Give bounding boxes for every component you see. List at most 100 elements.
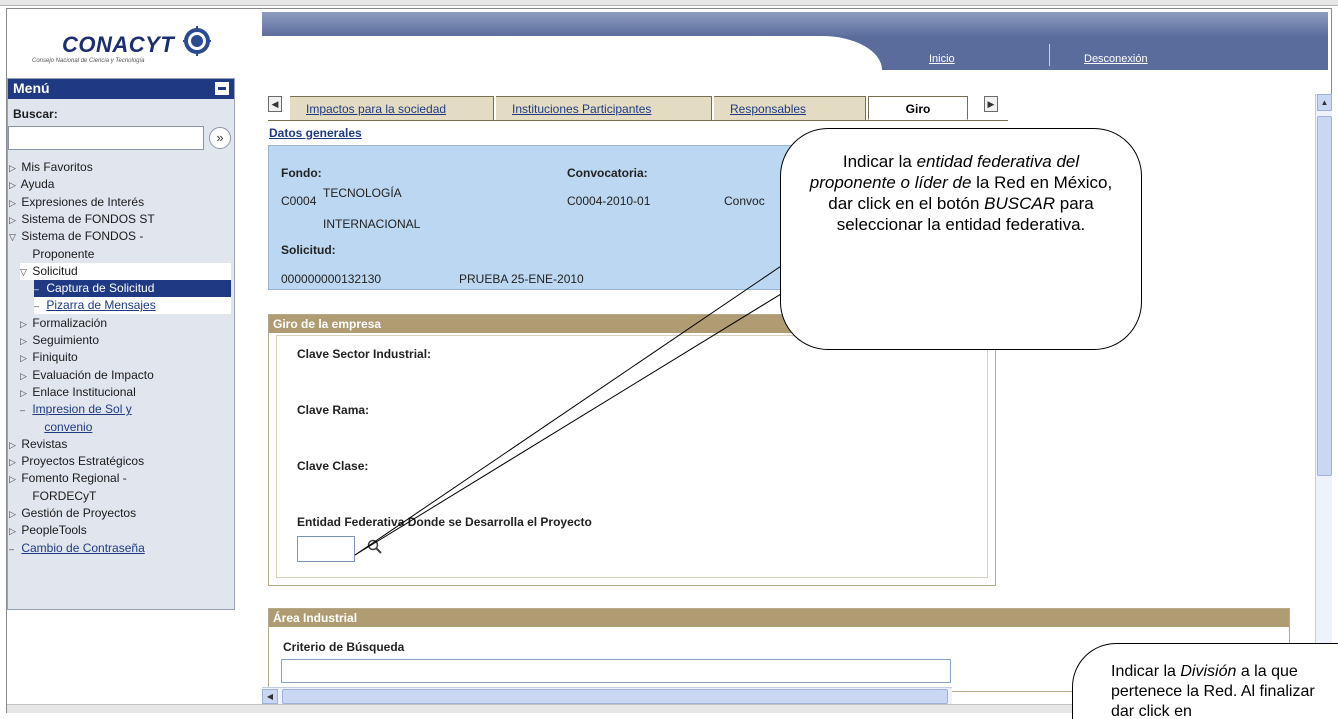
menu-item-marker: ▷: [9, 457, 16, 468]
tab-impactos[interactable]: Impactos para la sociedad: [290, 96, 494, 120]
menu-title: Menú: [13, 80, 50, 96]
menu-item[interactable]: – Pizarra de Mensajes: [34, 297, 231, 315]
header-curve: [262, 36, 882, 70]
menu-item[interactable]: ▷ Seguimiento: [20, 332, 231, 349]
callout2-text-b: División: [1180, 663, 1237, 680]
menu-item[interactable]: ▷ Expresiones de Interés: [9, 194, 231, 211]
menu-item-marker: –: [9, 543, 15, 554]
callout1-text-d: BUSCAR: [984, 194, 1056, 213]
vertical-scroll-thumb[interactable]: [1317, 116, 1332, 476]
convocatoria-label: Convocatoria:: [567, 166, 648, 180]
menu-item-marker: –: [20, 405, 26, 416]
menu-item[interactable]: ▷ Revistas: [9, 436, 231, 453]
menu-item[interactable]: ▷ Ayuda: [9, 176, 231, 193]
menu-item-label: Finiquito: [32, 350, 78, 365]
menu-item[interactable]: ▽ Sistema de FONDOS -: [9, 228, 231, 245]
callout2-text-a: Indicar la: [1111, 663, 1181, 680]
convocatoria-name: Convoc: [724, 194, 765, 208]
menu-item-label: Proyectos Estratégicos: [21, 454, 145, 469]
callout-entidad-federativa: Indicar la entidad federativa del propon…: [780, 128, 1142, 350]
menu-item-marker: ▷: [20, 318, 27, 329]
vertical-scrollbar[interactable]: ▲: [1315, 94, 1332, 712]
menu-item[interactable]: convenio: [32, 419, 231, 435]
menu-item[interactable]: ▷ Gestión de Proyectos: [9, 505, 231, 522]
minimize-menu-icon[interactable]: [215, 82, 229, 95]
fondo-name-line2: INTERNACIONAL: [323, 217, 421, 231]
fondo-code: C0004: [281, 194, 317, 208]
menu-item-label: Mis Favoritos: [21, 160, 93, 174]
inicio-link[interactable]: Inicio: [929, 53, 955, 65]
convocatoria-code: C0004-2010-01: [567, 194, 651, 208]
menu-item-marker: ▷: [20, 387, 27, 398]
menu-item-marker: ▷: [9, 197, 16, 208]
menu-item-label: Gestión de Proyectos: [21, 506, 137, 520]
criterio-busqueda-label: Criterio de Búsqueda: [283, 640, 405, 654]
menu-item-marker: ▽: [20, 266, 27, 277]
menu-item-label: Sistema de FONDOS -: [21, 229, 144, 244]
criterio-busqueda-input[interactable]: [281, 659, 951, 683]
menu-item[interactable]: – Impresion de Sol y: [20, 401, 231, 418]
menu-item-label: PeopleTools: [21, 523, 87, 538]
menu-item[interactable]: ▷ Evaluación de Impacto: [20, 367, 231, 384]
menu-item[interactable]: ▷ Enlace Institucional: [20, 384, 231, 401]
clave-sector-label: Clave Sector Industrial:: [297, 347, 432, 361]
menu-item-label[interactable]: Impresion de Sol y: [32, 402, 131, 416]
tab-scroll-left-icon[interactable]: ◀: [268, 96, 282, 112]
menu-item-marker: ▷: [9, 214, 16, 225]
horizontal-scrollbar[interactable]: ◀: [262, 687, 952, 704]
callout1-text-a: Indicar la: [842, 152, 917, 171]
tab-responsables[interactable]: Responsables: [714, 96, 866, 120]
menu-item[interactable]: ▷ Finiquito: [20, 349, 231, 366]
datos-generales-link[interactable]: Datos generales: [269, 126, 362, 140]
menu-item-label: Fomento Regional -: [21, 471, 127, 486]
callout-division: Indicar la División a la que pertenece l…: [1072, 643, 1338, 719]
menu-item-marker: ▷: [20, 353, 27, 364]
entidad-federativa-input[interactable]: [297, 536, 355, 562]
menu-item-label: Seguimiento: [32, 333, 100, 347]
menu-item-label: Revistas: [21, 436, 68, 451]
menu-search-input[interactable]: [8, 126, 204, 150]
scroll-up-icon[interactable]: ▲: [1317, 94, 1332, 111]
tab-instituciones[interactable]: Instituciones Participantes: [496, 96, 712, 120]
solicitud-name: PRUEBA 25-ENE-2010: [459, 272, 584, 286]
horizontal-scroll-thumb[interactable]: [282, 689, 948, 704]
menu-item[interactable]: – Cambio de Contraseña: [9, 540, 231, 557]
menu-item[interactable]: ▷ Proyectos Estratégicos: [9, 453, 231, 470]
menu-item[interactable]: ▷ PeopleTools: [9, 522, 231, 539]
header-bar: [262, 12, 1328, 70]
logo-wordmark: CONACYT: [62, 32, 175, 57]
area-industrial-header: Área Industrial: [269, 609, 1289, 627]
conacyt-logo: CONACYT Consejo Nacional de Ciencia y Te…: [10, 12, 250, 72]
menu-item-label: Captura de Solicitud: [46, 281, 155, 296]
solicitud-label: Solicitud:: [281, 243, 336, 257]
menu-item-label[interactable]: Cambio de Contraseña: [21, 541, 144, 555]
menu-item[interactable]: – Captura de Solicitud: [34, 280, 231, 298]
menu-item[interactable]: Proponente: [20, 246, 231, 262]
menu-item[interactable]: ▷ Formalización: [20, 315, 231, 332]
menu-item-label[interactable]: convenio: [44, 420, 92, 434]
scroll-left-icon[interactable]: ◀: [262, 689, 278, 704]
tab-giro[interactable]: Giro: [868, 96, 968, 120]
clave-clase-label: Clave Clase:: [297, 459, 369, 473]
menu-item[interactable]: ▷ Mis Favoritos: [9, 159, 231, 176]
solicitud-number: 000000000132130: [281, 272, 382, 286]
menu-item-label: FORDECyT: [32, 488, 97, 503]
menu-item-marker: ▷: [9, 526, 16, 537]
menu-item-label: Proponente: [32, 246, 95, 261]
menu-item-label: Ayuda: [20, 177, 55, 192]
desconexion-link[interactable]: Desconexión: [1084, 53, 1148, 65]
fondo-name-line1: TECNOLOGÍA: [323, 186, 402, 200]
left-menu: Menú Buscar: » ▷ Mis Favoritos ▷ Ayuda ▷ E…: [7, 78, 235, 610]
menu-item[interactable]: FORDECyT: [20, 488, 231, 504]
menu-item[interactable]: ▷ Sistema de FONDOS ST: [9, 211, 231, 228]
header-separator: [1049, 44, 1050, 66]
search-go-icon[interactable]: »: [209, 127, 231, 149]
menu-item-marker: ▷: [9, 180, 16, 191]
menu-item-label[interactable]: Pizarra de Mensajes: [46, 298, 155, 312]
search-lookup-icon[interactable]: [367, 539, 383, 555]
menu-item-label: Solicitud: [32, 263, 78, 278]
entidad-federativa-label: Entidad Federativa Donde se Desarrolla e…: [297, 515, 592, 529]
tab-scroll-right-icon[interactable]: ▶: [984, 96, 998, 112]
menu-item[interactable]: ▽ Solicitud: [20, 262, 231, 280]
menu-item[interactable]: ▷ Fomento Regional -: [9, 470, 231, 487]
